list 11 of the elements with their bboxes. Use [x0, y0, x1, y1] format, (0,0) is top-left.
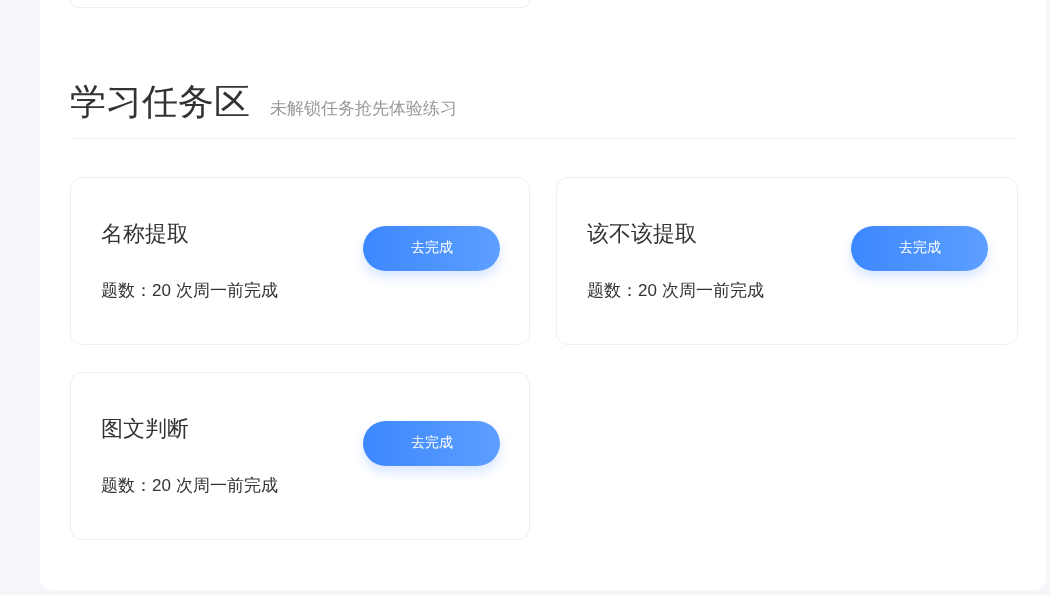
section-title: 学习任务区 [70, 80, 250, 124]
task-info: 题数：20 次周一前完成 [587, 280, 764, 302]
task-title: 图文判断 [101, 415, 190, 443]
task-info: 题数：20 次周一前完成 [101, 475, 278, 497]
complete-button[interactable]: 去完成 [363, 420, 500, 466]
complete-button[interactable]: 去完成 [363, 225, 500, 271]
task-info: 题数：20 次周一前完成 [101, 280, 278, 302]
task-title: 该不该提取 [587, 220, 698, 248]
section-subtitle: 未解锁任务抢先体验练习 [270, 98, 457, 120]
complete-button[interactable]: 去完成 [851, 225, 988, 271]
task-title: 名称提取 [101, 220, 190, 248]
